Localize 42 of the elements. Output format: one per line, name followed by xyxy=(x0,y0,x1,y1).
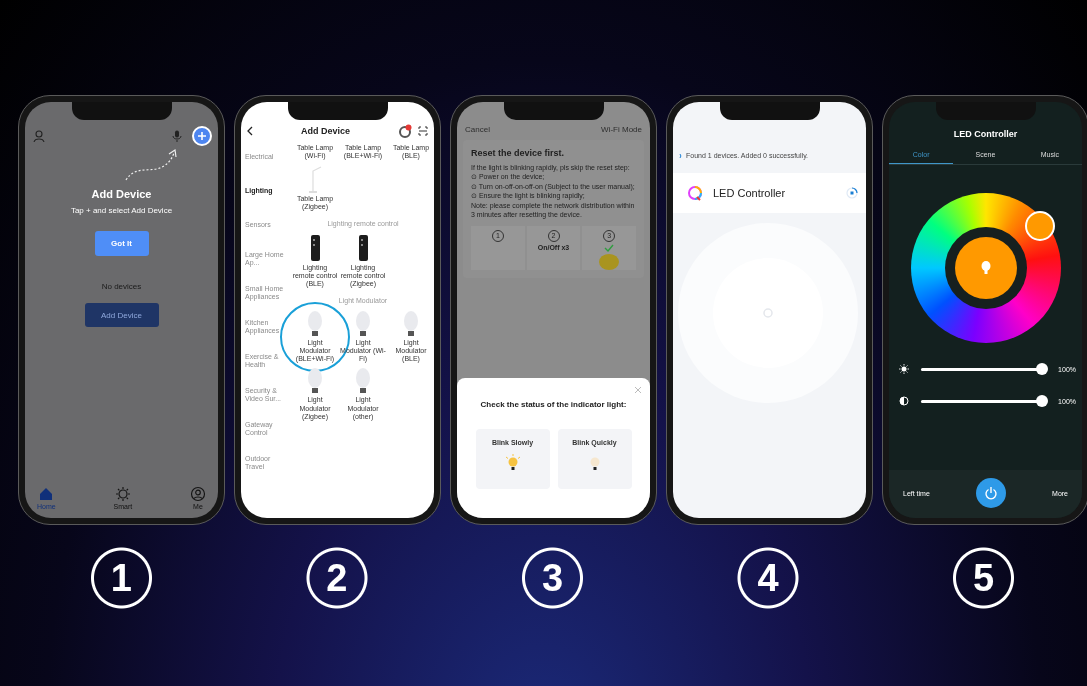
scan-icon xyxy=(418,126,428,136)
screen-title: Add Device xyxy=(300,126,351,136)
mode-button[interactable]: Wi-Fi Mode xyxy=(601,125,642,134)
power-button[interactable] xyxy=(975,478,1006,508)
slider-thumb[interactable] xyxy=(1036,395,1049,407)
slider-thumb[interactable] xyxy=(1036,363,1049,375)
add-button[interactable] xyxy=(192,126,212,146)
add-device-button[interactable]: Add Device xyxy=(84,303,159,327)
ring-logo-icon xyxy=(687,185,703,201)
bulb-icon xyxy=(354,311,372,338)
empty-text: No devices xyxy=(101,282,142,291)
screen-title: LED Controller xyxy=(953,129,1018,139)
dialog-hint: Tap + and select Add Device xyxy=(70,206,173,215)
person-icon xyxy=(190,486,206,502)
contrast-icon xyxy=(899,396,909,406)
lamp-light xyxy=(599,253,620,270)
power-icon xyxy=(983,486,998,500)
bulb-icon xyxy=(402,311,420,338)
dialog-title: Add Device xyxy=(91,188,152,200)
back-icon xyxy=(247,126,253,136)
microphone-icon xyxy=(172,130,182,142)
person-icon xyxy=(33,130,45,142)
bulb-icon xyxy=(354,368,372,395)
color-picker-handle[interactable] xyxy=(1024,211,1055,241)
sun-icon xyxy=(114,486,131,502)
device-name: LED Controller xyxy=(713,187,786,199)
sheet-title: Check the status of the indicator light: xyxy=(480,400,627,409)
home-icon xyxy=(38,486,55,502)
cancel-button[interactable]: Cancel xyxy=(465,125,490,134)
close-icon xyxy=(634,386,642,394)
spinner-icon xyxy=(679,152,683,159)
instruction-heading: Reset the device first. xyxy=(471,148,566,158)
remote-icon xyxy=(309,234,321,263)
brightness-icon xyxy=(899,364,909,374)
plus-icon xyxy=(197,131,207,141)
bulb-icon xyxy=(306,311,324,338)
notification-icon xyxy=(398,124,412,138)
bulb-icon xyxy=(306,368,324,395)
remote-icon xyxy=(357,234,369,263)
device-card[interactable]: LED Controller xyxy=(673,173,866,213)
loading-icon xyxy=(846,187,858,199)
bulb-icon xyxy=(980,261,991,275)
